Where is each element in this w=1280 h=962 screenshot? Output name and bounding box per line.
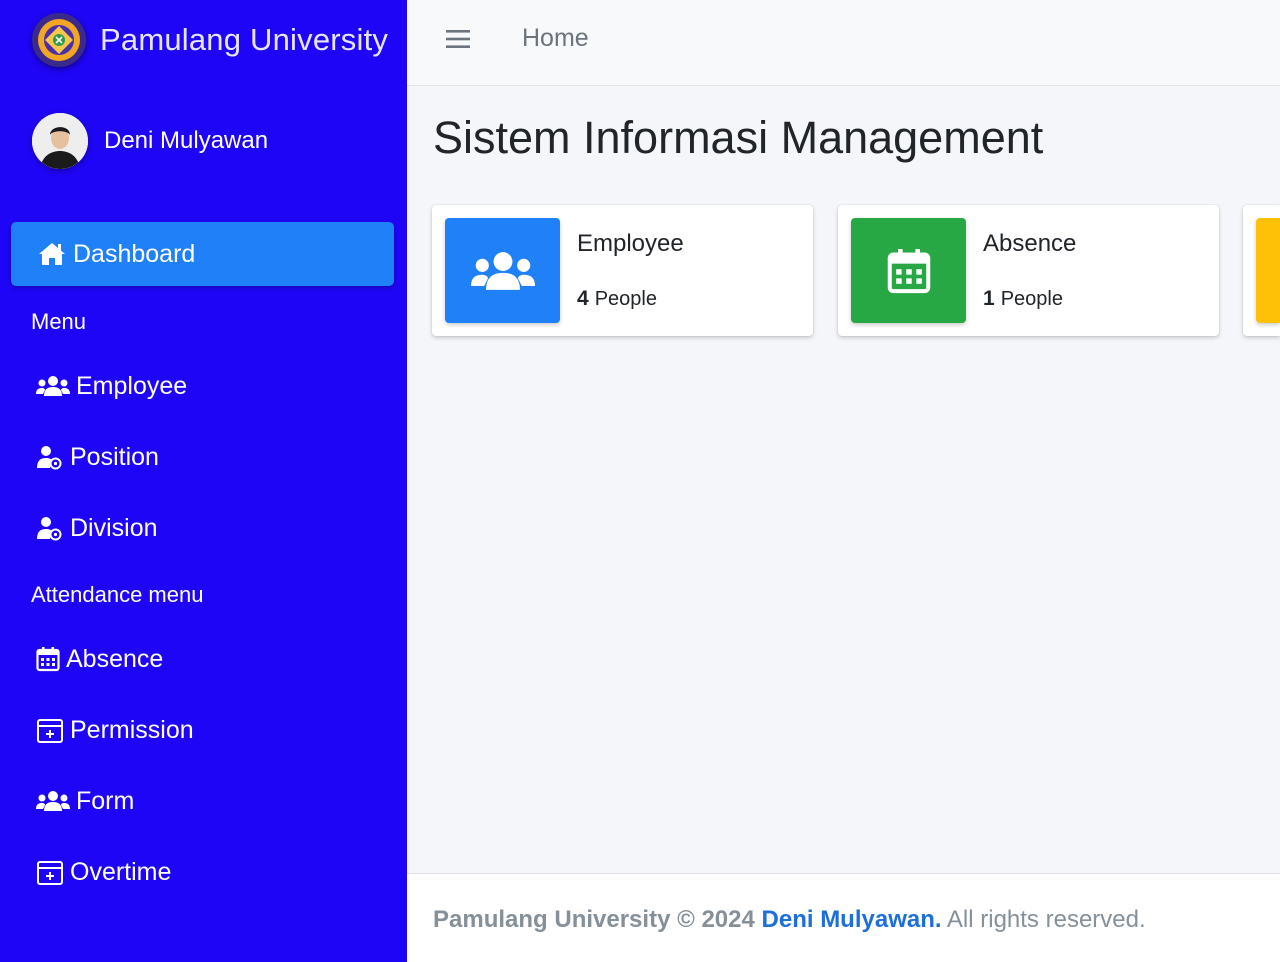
info-box-employee[interactable]: Employee 4 People bbox=[432, 205, 813, 336]
menu-toggle-button[interactable] bbox=[445, 26, 471, 52]
footer: Pamulang University © 2024 Deni Mulyawan… bbox=[407, 873, 1280, 962]
nav-division-label: Division bbox=[70, 513, 158, 542]
info-box-absence-label: Absence bbox=[983, 230, 1077, 257]
calendar-icon bbox=[36, 647, 60, 672]
footer-text: Pamulang University © 2024 Deni Mulyawan… bbox=[433, 906, 1146, 934]
users-icon bbox=[36, 376, 70, 396]
user-cog-icon bbox=[37, 517, 62, 541]
info-box-employee-icon-bg bbox=[445, 218, 560, 323]
user-cog-icon bbox=[37, 446, 62, 470]
nav-overtime-label: Overtime bbox=[70, 857, 172, 886]
footer-rights: All rights reserved. bbox=[946, 906, 1146, 933]
hamburger-icon bbox=[446, 30, 470, 48]
calendar-plus-icon bbox=[37, 861, 63, 885]
info-box-partial[interactable] bbox=[1243, 205, 1280, 336]
nav-header-attendance: Attendance menu bbox=[31, 582, 204, 607]
info-box-employee-label: Employee bbox=[577, 230, 684, 257]
info-box-absence-count: 1 People bbox=[983, 287, 1063, 311]
info-box-absence-icon-bg bbox=[851, 218, 966, 323]
employee-count-value: 4 bbox=[577, 287, 589, 310]
users-icon bbox=[36, 791, 70, 811]
calendar-icon bbox=[887, 248, 930, 293]
info-box-absence[interactable]: Absence 1 People bbox=[838, 205, 1219, 336]
user-avatar bbox=[32, 113, 88, 169]
top-nav-home[interactable]: Home bbox=[522, 24, 589, 53]
nav-division[interactable]: Division bbox=[36, 508, 158, 548]
nav-overtime[interactable]: Overtime bbox=[36, 852, 171, 892]
user-panel[interactable]: Deni Mulyawan bbox=[32, 112, 268, 170]
nav-absence-label: Absence bbox=[66, 644, 164, 673]
nav-form[interactable]: Form bbox=[36, 781, 134, 821]
nav-position-label: Position bbox=[70, 442, 159, 471]
brand-link[interactable]: Pamulang University bbox=[32, 10, 388, 70]
footer-brand: Pamulang University bbox=[433, 906, 671, 933]
info-box-employee-count: 4 People bbox=[577, 287, 657, 311]
nav-position[interactable]: Position bbox=[36, 437, 159, 477]
nav-header-menu: Menu bbox=[31, 309, 87, 334]
footer-copyright: © 2024 bbox=[677, 906, 755, 933]
absence-count-value: 1 bbox=[983, 287, 995, 310]
nav-permission-label: Permission bbox=[70, 715, 194, 744]
home-icon bbox=[39, 243, 65, 265]
nav-employee-label: Employee bbox=[76, 371, 188, 400]
employee-count-unit: People bbox=[594, 288, 657, 310]
user-name: Deni Mulyawan bbox=[104, 127, 269, 154]
topbar: Home bbox=[407, 0, 1280, 86]
brand-name: Pamulang University bbox=[100, 22, 389, 57]
nav-dashboard-label: Dashboard bbox=[73, 239, 196, 268]
users-icon bbox=[470, 251, 535, 290]
page-title: Sistem Informasi Management bbox=[433, 112, 1044, 163]
nav-employee[interactable]: Employee bbox=[36, 366, 187, 406]
university-logo bbox=[32, 13, 86, 67]
calendar-plus-icon bbox=[37, 719, 63, 743]
footer-author-link[interactable]: Deni Mulyawan. bbox=[762, 906, 942, 933]
info-box-partial-icon-bg bbox=[1256, 218, 1280, 323]
nav-absence[interactable]: Absence bbox=[36, 639, 163, 679]
nav-permission[interactable]: Permission bbox=[36, 710, 194, 750]
absence-count-unit: People bbox=[1000, 288, 1063, 310]
sidebar: Pamulang University Deni Mulyawan Dashbo… bbox=[0, 0, 407, 962]
nav-form-label: Form bbox=[76, 786, 135, 815]
nav-dashboard[interactable]: Dashboard bbox=[11, 222, 394, 286]
